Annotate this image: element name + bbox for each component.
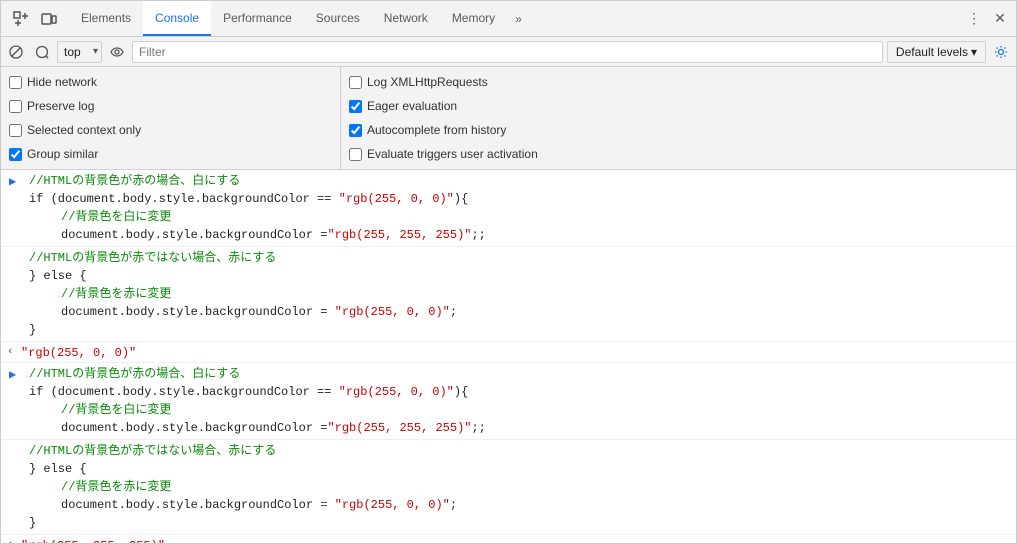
code-line: //HTMLの背景色が赤の場合、白にする [29,172,1008,190]
code-line: //背景色を白に変更 [29,401,1008,419]
context-selector-wrapper[interactable]: top ▾ [57,41,102,63]
tab-overflow-icon[interactable]: » [507,1,530,36]
console-entry-1-cont: //HTMLの背景色が赤ではない場合、赤にする } else { //背景色を赤… [1,247,1016,342]
option-group-similar: Group similar [9,143,332,165]
code-line: } else { [29,460,1008,478]
hide-network-checkbox[interactable] [9,76,22,89]
code-line: //背景色を赤に変更 [29,285,1008,303]
result-entry-2: ‹ "rgb(255, 255, 255)" [1,535,1016,543]
tab-console[interactable]: Console [143,1,211,36]
group-similar-label: Group similar [27,147,98,161]
more-options-icon[interactable]: ⋮ [962,7,986,31]
device-toggle-icon[interactable] [37,7,61,31]
group-similar-checkbox[interactable] [9,148,22,161]
hide-network-label: Hide network [27,75,97,89]
autocomplete-label: Autocomplete from history [367,123,506,137]
code-line: document.body.style.backgroundColor ="rg… [29,226,1008,244]
autocomplete-checkbox[interactable] [349,124,362,137]
levels-arrow-icon: ▾ [971,45,977,59]
code-line: //HTMLの背景色が赤の場合、白にする [29,365,1008,383]
eval-triggers-label: Evaluate triggers user activation [367,147,538,161]
inspect-icon[interactable] [9,7,33,31]
option-selected-context: Selected context only [9,119,332,141]
eval-triggers-checkbox[interactable] [349,148,362,161]
console-content[interactable]: ▶ //HTMLの背景色が赤の場合、白にする if (document.body… [1,170,1016,543]
result-value-2: "rgb(255, 255, 255)" [21,537,165,543]
code-line: //HTMLの背景色が赤ではない場合、赤にする [29,249,1008,267]
entry-prefix-cont [1,249,29,251]
entry-content-1: //HTMLの背景色が赤の場合、白にする if (document.body.s… [29,172,1016,244]
default-levels-btn[interactable]: Default levels ▾ [887,41,986,63]
tab-memory[interactable]: Memory [440,1,507,36]
clear-console-icon[interactable] [5,41,27,63]
code-line: } else { [29,267,1008,285]
selected-context-checkbox[interactable] [9,124,22,137]
result-value-1: "rgb(255, 0, 0)" [21,344,136,360]
options-bar: Hide network Preserve log Selected conte… [1,67,1016,170]
devtools-window: Elements Console Performance Sources Net… [0,0,1017,544]
option-log-xmlhttp: Log XMLHttpRequests [349,71,538,93]
result-arrow-2: ‹ [1,537,21,543]
console-entry-2-cont: //HTMLの背景色が赤ではない場合、赤にする } else { //背景色を赤… [1,440,1016,535]
eager-eval-checkbox[interactable] [349,100,362,113]
option-eager-eval: Eager evaluation [349,95,538,117]
code-line: if (document.body.style.backgroundColor … [29,190,1008,208]
option-eval-triggers: Evaluate triggers user activation [349,143,538,165]
tab-sources[interactable]: Sources [304,1,372,36]
selected-context-label: Selected context only [27,123,141,137]
code-line: //背景色を白に変更 [29,208,1008,226]
top-bar-icons [1,7,69,31]
result-arrow-1: ‹ [1,344,21,358]
code-line: document.body.style.backgroundColor = "r… [29,303,1008,321]
settings-icon[interactable] [990,41,1012,63]
console-toolbar: top ▾ Default levels ▾ [1,37,1016,67]
code-line: } [29,514,1008,532]
entry-content-1-cont: //HTMLの背景色が赤ではない場合、赤にする } else { //背景色を赤… [29,249,1016,339]
tab-network[interactable]: Network [372,1,440,36]
option-hide-network: Hide network [9,71,332,93]
log-xmlhttp-label: Log XMLHttpRequests [367,75,488,89]
preserve-log-checkbox[interactable] [9,100,22,113]
tab-elements[interactable]: Elements [69,1,143,36]
context-selector[interactable]: top [57,41,102,63]
option-preserve-log: Preserve log [9,95,332,117]
console-entry-2: ▶ //HTMLの背景色が赤の場合、白にする if (document.body… [1,363,1016,440]
code-line: if (document.body.style.backgroundColor … [29,383,1008,401]
log-xmlhttp-checkbox[interactable] [349,76,362,89]
top-bar: Elements Console Performance Sources Net… [1,1,1016,37]
code-line: //背景色を赤に変更 [29,478,1008,496]
options-left-col: Hide network Preserve log Selected conte… [1,67,341,169]
result-entry-1: ‹ "rgb(255, 0, 0)" [1,342,1016,363]
close-icon[interactable]: ✕ [988,7,1012,31]
top-bar-actions: ⋮ ✕ [962,7,1016,31]
entry-content-2-cont: //HTMLの背景色が赤ではない場合、赤にする } else { //背景色を赤… [29,442,1016,532]
filter-icon[interactable] [31,41,53,63]
option-autocomplete: Autocomplete from history [349,119,538,141]
levels-label: Default levels [896,45,968,59]
filter-input[interactable] [132,41,883,63]
tab-performance[interactable]: Performance [211,1,304,36]
eager-eval-label: Eager evaluation [367,99,457,113]
options-right-col: Log XMLHttpRequests Eager evaluation Aut… [341,67,546,169]
code-line: document.body.style.backgroundColor = "r… [29,496,1008,514]
code-line: //HTMLの背景色が赤ではない場合、赤にする [29,442,1008,460]
entry-prefix-2: ▶ [1,365,29,382]
tabs: Elements Console Performance Sources Net… [69,1,962,36]
code-line: document.body.style.backgroundColor ="rg… [29,419,1008,437]
preserve-log-label: Preserve log [27,99,94,113]
eye-icon[interactable] [106,41,128,63]
entry-content-2: //HTMLの背景色が赤の場合、白にする if (document.body.s… [29,365,1016,437]
entry-prefix-2-cont [1,442,29,444]
console-entry-1: ▶ //HTMLの背景色が赤の場合、白にする if (document.body… [1,170,1016,247]
entry-prefix-1: ▶ [1,172,29,189]
code-line: } [29,321,1008,339]
